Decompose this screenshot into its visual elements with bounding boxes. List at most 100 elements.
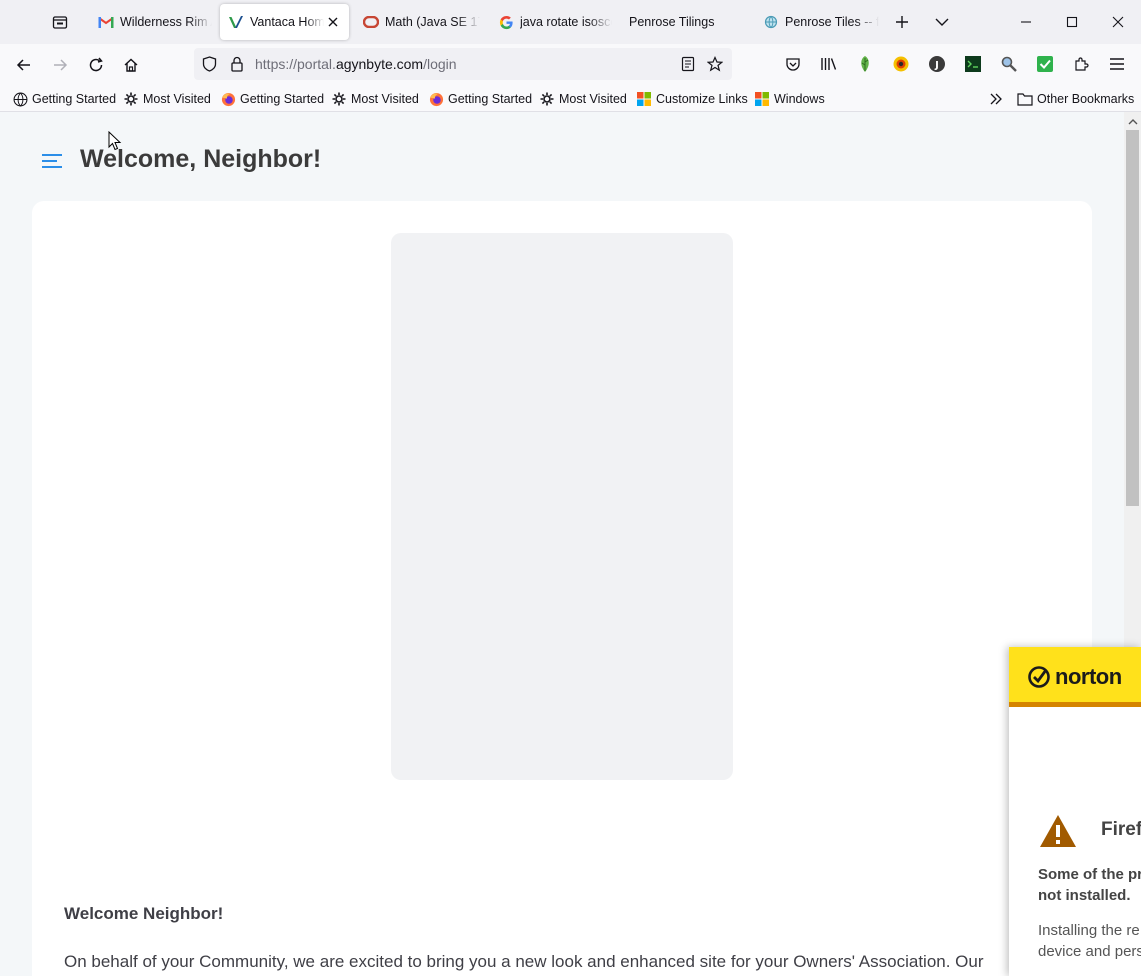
extension-j-icon[interactable]: J — [927, 54, 947, 74]
forward-arrow-icon — [54, 59, 68, 71]
norton-description-line: Installing the re — [1038, 922, 1140, 939]
tab-title: Math (Java SE 17 — [385, 15, 480, 29]
bookmark-star-icon[interactable] — [707, 56, 723, 72]
gmail-icon — [98, 14, 114, 30]
norton-description: Installing the re device and pers — [1038, 920, 1141, 962]
firefox-icon — [428, 91, 444, 107]
bookmark-label: Most Visited — [559, 92, 627, 106]
library-icon[interactable] — [819, 54, 839, 74]
minimize-button[interactable] — [1003, 0, 1049, 44]
globe-icon — [12, 91, 28, 107]
bookmarks-overflow-button[interactable] — [988, 90, 1008, 108]
tab-math-java[interactable]: Math (Java SE 17 — [355, 4, 480, 40]
reload-button[interactable] — [81, 50, 111, 80]
tab-vantaca-home[interactable]: Vantaca Home — [220, 4, 349, 40]
norton-header: norton — [1009, 647, 1141, 707]
content-card: Welcome Neighbor! On behalf of your Comm… — [32, 201, 1092, 976]
home-icon — [124, 58, 138, 72]
close-icon — [1112, 16, 1124, 28]
other-bookmarks-folder[interactable]: Other Bookmarks — [1017, 90, 1134, 108]
bookmark-getting-started[interactable]: Getting Started — [428, 90, 532, 108]
navigation-toolbar: https://portal.agynbyte.com/login J — [0, 44, 1141, 86]
tab-penrose-tilings[interactable]: Penrose Tilings — [621, 4, 746, 40]
gear-icon — [331, 91, 347, 107]
norton-message-line: not installed. — [1038, 887, 1131, 904]
reader-view-icon[interactable] — [680, 56, 696, 72]
bookmark-label: Getting Started — [448, 92, 533, 106]
bookmark-windows[interactable]: Windows — [754, 90, 825, 108]
oracle-icon — [363, 14, 379, 30]
gear-icon — [123, 91, 139, 107]
norton-message: Some of the pr not installed. — [1038, 864, 1141, 906]
firefox-view-button[interactable] — [46, 8, 74, 36]
extension-terminal-icon[interactable] — [963, 54, 983, 74]
norton-title: Firef — [1101, 819, 1141, 840]
folder-icon — [1017, 91, 1033, 107]
bookmark-label: Windows — [774, 92, 825, 106]
chevron-down-icon — [935, 18, 949, 26]
new-tab-button[interactable] — [888, 8, 916, 36]
tab-title: Penrose Tilings — [629, 15, 715, 29]
maximize-icon — [1066, 16, 1078, 28]
bookmark-most-visited[interactable]: Most Visited — [539, 90, 627, 108]
maximize-button[interactable] — [1049, 0, 1095, 44]
pocket-icon[interactable] — [783, 54, 803, 74]
norton-popup: norton Firef Some of the pr not installe… — [1009, 647, 1141, 976]
norton-message-line: Some of the pr — [1038, 866, 1141, 883]
plus-icon — [896, 16, 908, 28]
extension-ring-icon[interactable] — [891, 54, 911, 74]
image-placeholder — [391, 233, 733, 780]
tab-java-rotate[interactable]: java rotate isosce — [490, 4, 612, 40]
close-tab-icon[interactable] — [325, 14, 341, 30]
bookmark-most-visited[interactable]: Most Visited — [331, 90, 419, 108]
extensions-puzzle-icon[interactable] — [1071, 54, 1091, 74]
back-button[interactable] — [9, 50, 39, 80]
scroll-up-arrow-icon[interactable] — [1124, 114, 1141, 128]
close-window-button[interactable] — [1095, 0, 1141, 44]
tab-title: Penrose Tiles -- f — [785, 15, 880, 29]
firefox-view-icon — [52, 16, 68, 29]
norton-description-line: device and pers — [1038, 943, 1141, 960]
menu-toggle-button[interactable] — [40, 150, 64, 172]
bookmarks-toolbar: Getting Started Most Visited Getting Sta… — [0, 86, 1141, 112]
tab-penrose-tiles[interactable]: Penrose Tiles -- f — [755, 4, 880, 40]
mouse-cursor-icon — [108, 131, 122, 151]
bookmark-getting-started[interactable]: Getting Started — [12, 90, 116, 108]
scrollbar-thumb[interactable] — [1126, 130, 1139, 506]
bookmark-customize-links[interactable]: Customize Links — [636, 90, 748, 108]
tracking-protection-shield-icon[interactable] — [201, 56, 217, 72]
url-bar[interactable]: https://portal.agynbyte.com/login — [194, 48, 732, 80]
warning-icon — [1038, 813, 1078, 849]
url-text[interactable]: https://portal.agynbyte.com/login — [255, 56, 457, 72]
tab-title: java rotate isosce — [520, 15, 612, 29]
home-button[interactable] — [116, 50, 146, 80]
extension-checkmark-icon[interactable] — [1035, 54, 1055, 74]
bookmark-label: Most Visited — [351, 92, 419, 106]
welcome-heading: Welcome Neighbor! — [64, 904, 224, 923]
bookmark-getting-started[interactable]: Getting Started — [220, 90, 324, 108]
back-arrow-icon — [16, 59, 30, 71]
norton-check-icon — [1028, 666, 1050, 688]
globe-icon — [763, 14, 779, 30]
tab-wilderness-rim[interactable]: Wilderness Rim A — [90, 4, 212, 40]
forward-button[interactable] — [45, 50, 75, 80]
welcome-paragraph: On behalf of your Community, we are exci… — [64, 952, 984, 971]
url-domain: agynbyte.com — [335, 56, 424, 72]
svg-text:J: J — [934, 60, 939, 71]
hamburger-menu-icon[interactable] — [1107, 54, 1127, 74]
lock-icon[interactable] — [229, 56, 245, 72]
reload-icon — [89, 57, 103, 72]
tab-strip: Wilderness Rim A Vantaca Home Math (Java… — [0, 0, 1141, 44]
gear-icon — [539, 91, 555, 107]
url-path: /login — [423, 56, 457, 72]
windows-icon — [754, 91, 770, 107]
extension-magnifier-icon[interactable] — [999, 54, 1019, 74]
bookmark-most-visited[interactable]: Most Visited — [123, 90, 211, 108]
bookmark-label: Customize Links — [656, 92, 748, 106]
norton-logo: norton — [1027, 664, 1122, 690]
firefox-icon — [220, 91, 236, 107]
list-all-tabs-button[interactable] — [928, 8, 956, 36]
url-prefix: https://portal. — [255, 56, 336, 72]
norton-brand: norton — [1055, 664, 1122, 689]
extension-leaf-icon[interactable] — [855, 54, 875, 74]
